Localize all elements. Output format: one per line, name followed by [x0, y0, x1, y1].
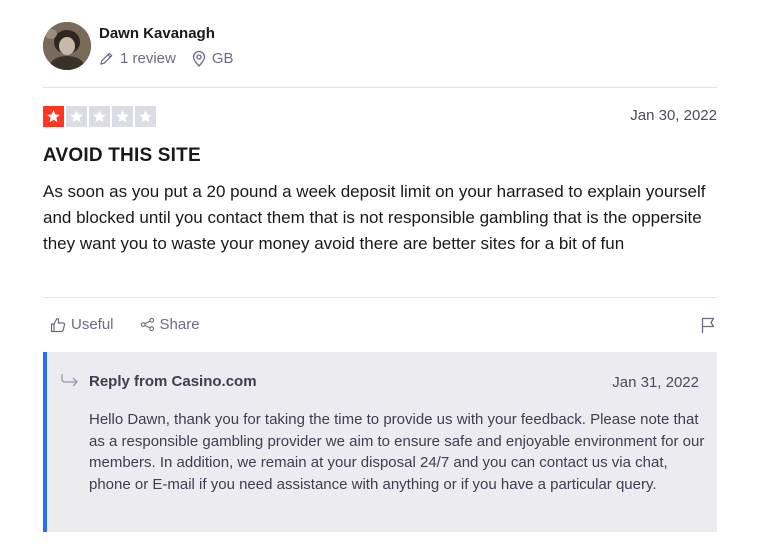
review-title: AVOID THIS SITE — [43, 145, 201, 166]
reviewer-name[interactable]: Dawn Kavanagh — [99, 25, 215, 42]
star-icon-1 — [43, 106, 64, 127]
thumbs-up-icon — [50, 317, 66, 332]
reply-body: Hello Dawn, thank you for taking the tim… — [89, 411, 705, 493]
review-count: 1 review — [99, 50, 176, 67]
reviewer-avatar[interactable] — [43, 22, 91, 70]
reviewer-location: GB — [192, 50, 234, 67]
review-date: Jan 30, 2022 — [630, 107, 717, 124]
share-label: Share — [159, 316, 200, 333]
star-icon-4 — [112, 106, 133, 127]
review-body: As soon as you put a 20 pound a week dep… — [43, 182, 706, 253]
review-actions: Useful Share — [50, 316, 200, 333]
pencil-icon — [100, 52, 113, 65]
reply-date: Jan 31, 2022 — [612, 374, 699, 391]
useful-label: Useful — [71, 316, 114, 333]
star-icon-3 — [89, 106, 110, 127]
flag-icon — [701, 317, 715, 333]
share-button[interactable]: Share — [140, 316, 200, 333]
location-pin-icon — [192, 50, 206, 67]
share-icon — [140, 317, 154, 332]
country-label: GB — [211, 50, 234, 67]
star-icon-5 — [135, 106, 156, 127]
useful-button[interactable]: Useful — [50, 316, 114, 333]
company-reply: Reply from Casino.com Jan 31, 2022 Hello… — [43, 352, 717, 532]
star-icon-2 — [66, 106, 87, 127]
report-flag-button[interactable] — [700, 317, 716, 339]
reply-arrow-icon — [61, 373, 79, 392]
actions-divider — [43, 297, 717, 298]
header-divider — [43, 87, 717, 88]
star-rating — [43, 106, 156, 127]
reviewer-meta: 1 review GB — [99, 50, 234, 67]
reply-heading: Reply from Casino.com — [89, 373, 257, 390]
review-count-label: 1 review — [120, 50, 176, 67]
